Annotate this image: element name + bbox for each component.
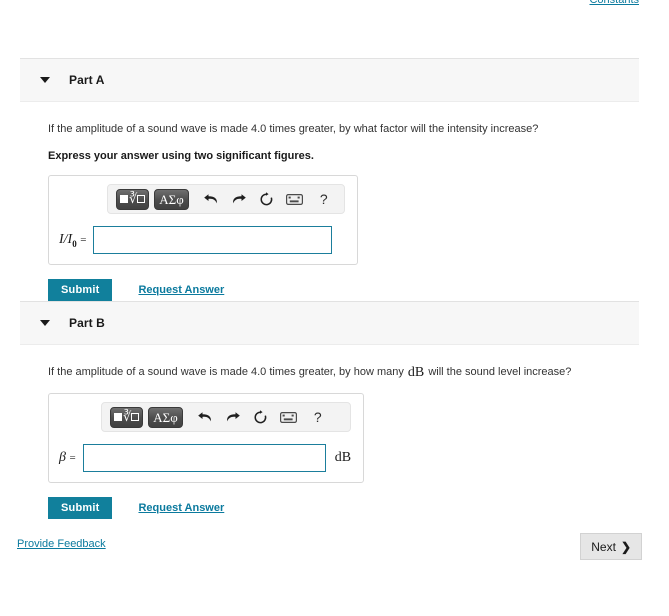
caret-down-icon[interactable]: [40, 77, 50, 83]
greek-symbols-button[interactable]: ΑΣφ: [154, 188, 189, 210]
part-a-submit-button[interactable]: Submit: [48, 279, 113, 301]
part-a-body: If the amplitude of a sound wave is made…: [0, 122, 669, 301]
redo-icon[interactable]: [222, 406, 244, 428]
part-b-submit-button[interactable]: Submit: [48, 497, 113, 519]
keyboard-icon[interactable]: [278, 406, 300, 428]
radical-glyph: ∛: [123, 409, 132, 425]
filled-square-glyph: [114, 413, 122, 421]
chevron-right-icon: ❯: [620, 539, 631, 554]
part-a-equals: =: [80, 233, 87, 246]
part-b-body: If the amplitude of a sound wave is made…: [0, 365, 669, 519]
help-icon[interactable]: ?: [308, 409, 328, 425]
hollow-square-glyph: [131, 413, 140, 421]
part-b-equals: =: [69, 452, 76, 464]
part-a-question-text: If the amplitude of a sound wave is made…: [48, 123, 539, 135]
part-a-section: Part A If the amplitude of a sound wave …: [0, 58, 669, 301]
part-b-question: If the amplitude of a sound wave is made…: [48, 365, 669, 380]
next-button[interactable]: Next ❯: [580, 533, 642, 560]
part-a-title: Part A: [69, 73, 105, 87]
undo-icon[interactable]: [200, 188, 222, 210]
part-b-toolbar: ∛ ΑΣφ ?: [101, 402, 351, 432]
redo-icon[interactable]: [228, 188, 250, 210]
next-button-label: Next: [591, 539, 616, 554]
constants-link[interactable]: Constants: [589, 0, 639, 6]
part-b-input-row: β = dB: [59, 444, 353, 472]
part-b-answer-box: ∛ ΑΣφ ? β = dB: [48, 393, 364, 483]
part-a-header[interactable]: Part A: [20, 58, 639, 102]
radical-glyph: ∛: [129, 191, 138, 207]
part-a-instruction: Express your answer using two significan…: [48, 150, 314, 162]
part-a-answer-input[interactable]: [93, 226, 333, 254]
template-square-root-icon[interactable]: ∛: [110, 406, 144, 428]
part-b-answer-input[interactable]: [82, 444, 326, 472]
part-b-title: Part B: [69, 316, 105, 330]
part-a-answer-box: ∛ ΑΣφ ? I/I0 =: [48, 175, 358, 265]
reset-icon[interactable]: [256, 188, 278, 210]
part-a-submit-row: Submit Request Answer: [48, 279, 669, 301]
part-b-unit-label: dB: [334, 450, 352, 465]
part-b-question-post: will the sound level increase?: [425, 366, 572, 378]
undo-icon[interactable]: [194, 406, 216, 428]
part-a-variable-subscript: 0: [72, 238, 77, 249]
part-b-variable-label: β =: [59, 450, 76, 466]
greek-symbols-label: ΑΣφ: [159, 191, 184, 207]
part-b-request-answer-link[interactable]: Request Answer: [138, 502, 224, 514]
help-icon[interactable]: ?: [314, 191, 334, 207]
constants-strip: Constants: [589, 0, 639, 6]
hollow-square-glyph: [137, 195, 146, 203]
part-a-variable-label: I/I0 =: [59, 232, 86, 249]
template-square-root-icon[interactable]: ∛: [116, 188, 150, 210]
part-b-section: Part B If the amplitude of a sound wave …: [0, 301, 669, 519]
part-b-question-pre: If the amplitude of a sound wave is made…: [48, 366, 407, 378]
part-a-question: If the amplitude of a sound wave is made…: [48, 122, 669, 136]
greek-symbols-button[interactable]: ΑΣφ: [148, 406, 183, 428]
part-b-variable-name: β: [59, 450, 66, 465]
part-a-variable-name: I/I: [59, 231, 73, 247]
greek-symbols-label: ΑΣφ: [153, 409, 178, 425]
provide-feedback-link[interactable]: Provide Feedback: [17, 538, 106, 550]
part-b-question-unit: dB: [407, 365, 425, 380]
part-a-toolbar: ∛ ΑΣφ ?: [107, 184, 345, 214]
filled-square-glyph: [120, 195, 128, 203]
reset-icon[interactable]: [250, 406, 272, 428]
caret-down-icon[interactable]: [40, 320, 50, 326]
part-a-request-answer-link[interactable]: Request Answer: [138, 284, 224, 296]
part-b-submit-row: Submit Request Answer: [48, 497, 669, 519]
footer: Provide Feedback Next ❯: [0, 533, 669, 573]
keyboard-icon[interactable]: [284, 188, 306, 210]
part-b-header[interactable]: Part B: [20, 301, 639, 345]
part-a-input-row: I/I0 =: [59, 226, 347, 254]
